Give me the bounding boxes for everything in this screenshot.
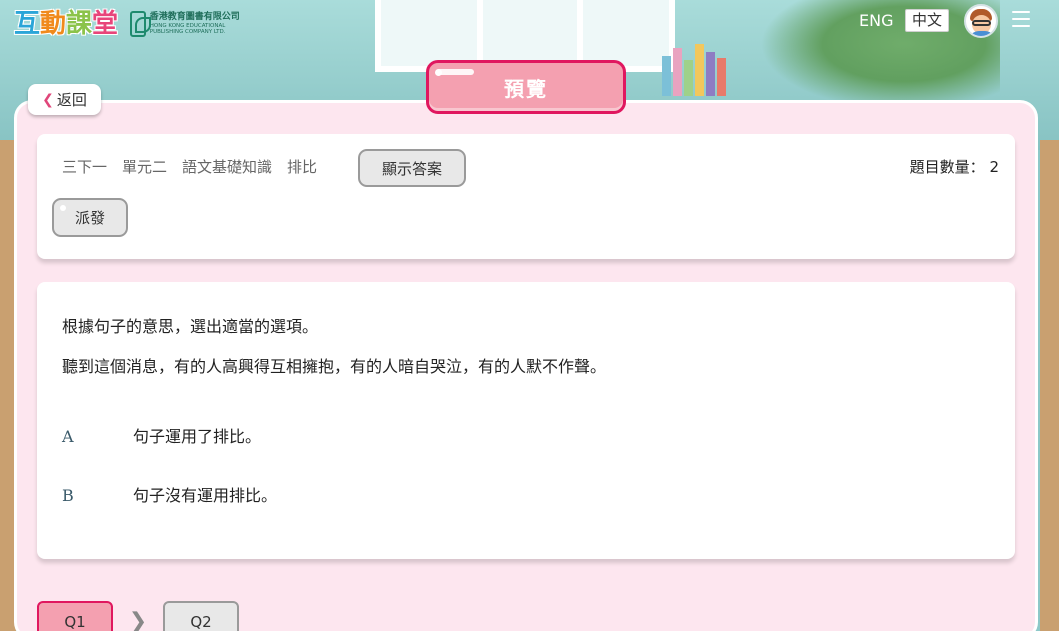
question-navigator: Q1 ❯ Q2 (37, 601, 239, 631)
option-a[interactable]: A 句子運用了排比。 (62, 426, 261, 448)
question-tab-q2[interactable]: Q2 (163, 601, 239, 631)
logo-char: 互 (14, 9, 41, 39)
option-b[interactable]: B 句子沒有運用排比。 (62, 485, 277, 507)
show-answer-label: 顯示答案 (381, 159, 442, 178)
question-count-value: 2 (989, 158, 999, 176)
breadcrumb-item: 三下一 (62, 158, 108, 176)
option-text: 句子運用了排比。 (133, 427, 262, 446)
breadcrumb-item: 單元二 (122, 158, 168, 176)
teacher-avatar-icon[interactable] (964, 4, 998, 38)
publisher-name-zh: 香港教育圖書有限公司 (149, 12, 240, 22)
dispatch-button[interactable]: 派發 (52, 198, 128, 237)
publisher-name-en: HONG KONG EDUCATIONAL PUBLISHING COMPANY… (149, 23, 226, 35)
question-count: 題目數量： 2 (910, 156, 999, 178)
question-sentence: 聽到這個消息，有的人高興得互相擁抱，有的人暗自哭泣，有的人默不作聲。 (62, 357, 607, 376)
breadcrumb-item: 排比 (287, 158, 318, 176)
question-tab-label: Q1 (64, 613, 86, 631)
publisher-mark-icon (130, 11, 151, 37)
background-bookshelf (660, 40, 740, 96)
logo-char: 課 (66, 9, 93, 39)
logo-char: 動 (40, 9, 67, 39)
page-title-text: 預覽 (504, 76, 548, 101)
language-zh-button[interactable]: 中文 (905, 9, 949, 32)
logo-char: 堂 (92, 9, 119, 39)
hamburger-menu-icon[interactable] (1012, 11, 1030, 27)
language-eng-button[interactable]: ENG (859, 10, 893, 32)
back-button[interactable]: ❮ 返回 (28, 84, 101, 115)
question-count-label: 題目數量： (909, 158, 985, 176)
question-prompt: 根據句子的意思，選出適當的選項。 (62, 317, 319, 336)
question-tab-label: Q2 (190, 613, 212, 631)
question-card: 根據句子的意思，選出適當的選項。 聽到這個消息，有的人高興得互相擁抱，有的人暗自… (37, 282, 1015, 559)
chevron-left-icon: ❮ (42, 91, 54, 108)
app-logo[interactable]: 互 動 課 堂 (14, 8, 118, 40)
background-wall (1040, 140, 1059, 631)
question-tab-q1[interactable]: Q1 (37, 601, 113, 631)
option-letter: A (62, 427, 74, 446)
option-text: 句子沒有運用排比。 (133, 486, 278, 505)
show-answer-button[interactable]: 顯示答案 (358, 149, 466, 187)
page-title: 預覽 (426, 60, 626, 114)
breadcrumb: 三下一 單元二 語文基礎知識 排比 (62, 156, 332, 178)
back-button-label: 返回 (56, 91, 87, 109)
option-letter: B (62, 486, 74, 505)
dispatch-label: 派發 (74, 209, 105, 227)
publisher-logo: 香港教育圖書有限公司 HONG KONG EDUCATIONAL PUBLISH… (130, 10, 250, 38)
info-card: 三下一 單元二 語文基礎知識 排比 顯示答案 題目數量： 2 派發 (37, 134, 1015, 259)
breadcrumb-item: 語文基礎知識 (182, 158, 273, 176)
chevron-right-icon[interactable]: ❯ (113, 601, 163, 631)
